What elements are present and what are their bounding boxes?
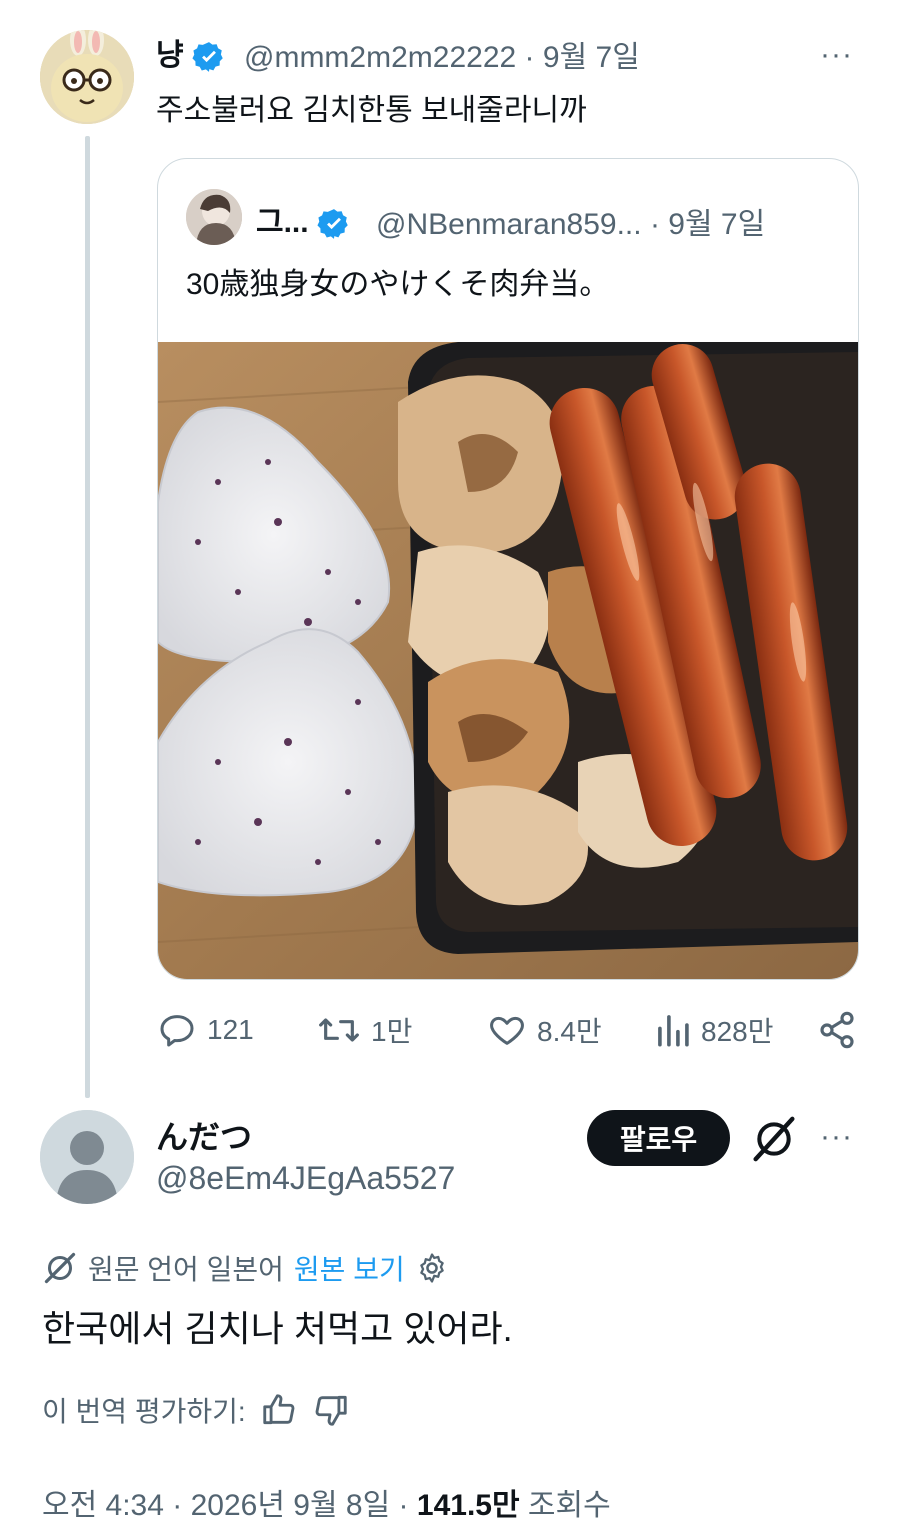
avatar[interactable] <box>40 30 134 124</box>
views-button[interactable]: 828만 <box>655 1010 773 1050</box>
reply-more-options-button[interactable]: ··· <box>820 1120 853 1154</box>
quoted-tweet-card[interactable]: 그... @NBenmaran859... · 9월 7일 30歳独身女のやけく… <box>157 158 859 980</box>
tweet-full-date[interactable]: 2026년 9월 8일 <box>191 1489 391 1522</box>
reply-button[interactable]: 121 <box>157 1010 254 1050</box>
tweet-text: 주소불러요 김치한통 보내줄라니까 <box>156 94 587 127</box>
rate-translation-row: 이 번역 평가하기: <box>42 1390 350 1430</box>
thread-line <box>85 136 90 1098</box>
follow-button[interactable]: 팔로우 <box>587 1110 730 1166</box>
share-icon <box>820 1011 854 1049</box>
timestamp-row: 오전 4:34 · 2026년 9월 8일 · 141.5만 조회수 <box>42 1480 611 1524</box>
grok-button[interactable] <box>752 1114 796 1169</box>
like-count: 8.4만 <box>537 1016 602 1047</box>
author-handle[interactable]: @mmm2m2m22222 <box>244 41 516 74</box>
heart-icon <box>490 1016 524 1045</box>
reply-tweet-text: 한국에서 김치나 처먹고 있어라. <box>42 1308 513 1349</box>
thumbs-up-icon[interactable] <box>260 1391 298 1429</box>
meta-separator: · <box>649 208 660 241</box>
action-bar: 121 1만 8.4만 828만 <box>157 1010 857 1056</box>
translation-row: 원문 언어 일본어 원본 보기 <box>42 1248 449 1288</box>
author-meta: @mmm2m2m22222 · 9월 7일 <box>244 32 640 76</box>
retweet-count: 1만 <box>371 1016 413 1047</box>
quoted-author-name: 그... <box>256 197 351 241</box>
verified-badge-icon <box>192 42 223 72</box>
tweet-time[interactable]: 오전 4:34 <box>42 1489 164 1522</box>
views-count: 141.5만 <box>416 1489 520 1522</box>
default-profile-icon <box>40 1110 134 1204</box>
verified-badge-icon <box>317 209 348 239</box>
thumbs-down-icon[interactable] <box>312 1391 350 1429</box>
views-label: 조회수 <box>527 1489 611 1522</box>
meta-separator: · <box>172 1489 183 1522</box>
analytics-icon <box>658 1015 689 1047</box>
view-count: 828만 <box>701 1016 774 1047</box>
quoted-avatar <box>186 189 242 245</box>
default-avatar[interactable] <box>40 1110 134 1204</box>
quoted-author-name-text: 그... <box>256 206 309 239</box>
like-button[interactable]: 8.4만 <box>487 1010 602 1050</box>
quoted-date: 9월 7일 <box>668 208 766 241</box>
rate-translation-label: 이 번역 평가하기: <box>42 1396 246 1427</box>
reply-icon <box>160 1015 194 1047</box>
show-original-link[interactable]: 원본 보기 <box>294 1248 405 1288</box>
reply-count: 121 <box>207 1014 254 1045</box>
grok-icon <box>753 1116 795 1162</box>
gear-icon[interactable] <box>415 1251 449 1285</box>
author-name[interactable]: 냥 <box>156 30 226 74</box>
reply-author-name[interactable]: んだつ <box>156 1112 252 1158</box>
retweet-button[interactable]: 1만 <box>317 1010 412 1050</box>
retweet-icon <box>319 1018 359 1042</box>
food-photo[interactable] <box>158 342 858 979</box>
meta-separator: · <box>398 1489 409 1522</box>
share-button[interactable] <box>817 1010 857 1050</box>
quoted-tweet-text: 30歳独身女のやけくそ肉弁当。 <box>186 268 610 301</box>
author-name-text: 냥 <box>156 39 184 72</box>
grok-translate-icon <box>44 1252 76 1284</box>
cartoon-avatar-icon <box>40 30 134 124</box>
meta-separator: · <box>524 41 535 74</box>
tweet-date[interactable]: 9월 7일 <box>543 41 640 74</box>
reply-author-handle[interactable]: @8eEm4JEgAa5527 <box>156 1160 455 1197</box>
more-options-button[interactable]: ··· <box>820 38 853 72</box>
quoted-author-handle: @NBenmaran859... <box>376 208 642 241</box>
quoted-meta: @NBenmaran859... · 9월 7일 <box>376 199 765 243</box>
translation-label: 원문 언어 일본어 <box>88 1254 284 1285</box>
person-photo-icon <box>186 189 242 245</box>
